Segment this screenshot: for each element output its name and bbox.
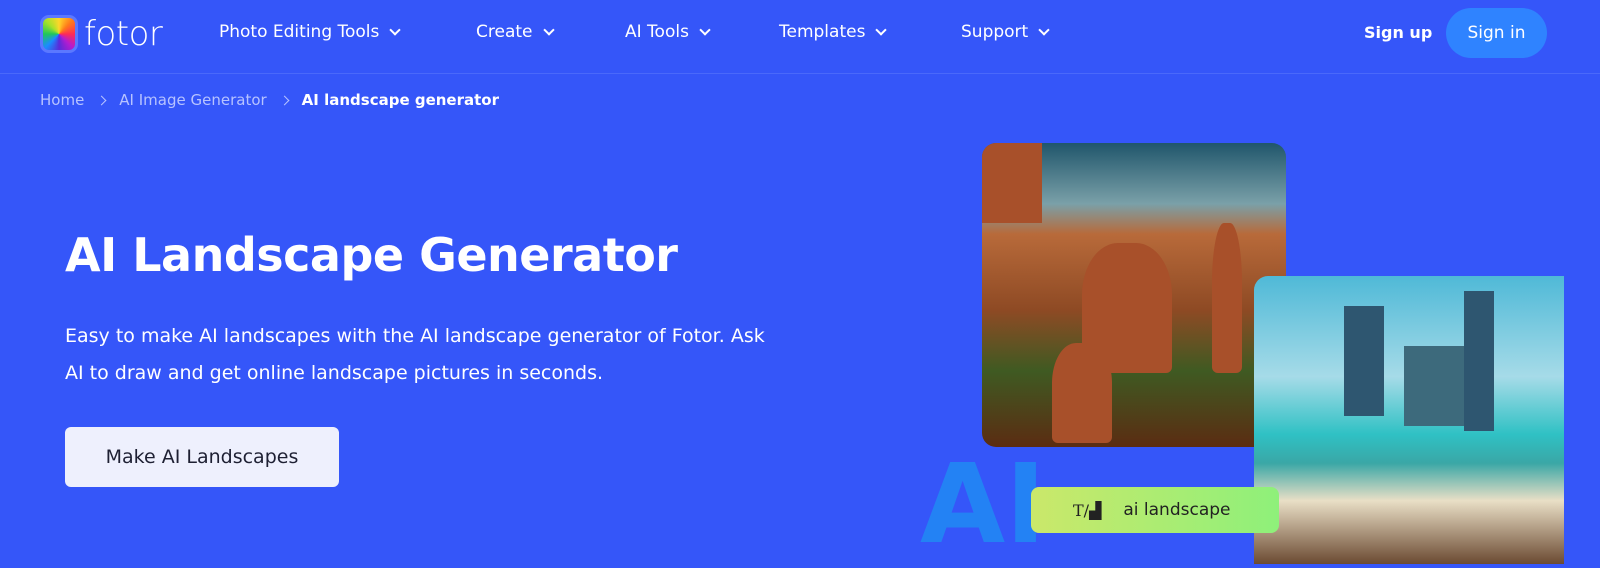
prompt-chip: T/▟ ai landscape	[1031, 487, 1279, 533]
nav-photo-editing-tools[interactable]: Photo Editing Tools	[219, 22, 402, 42]
breadcrumb-home[interactable]: Home	[40, 91, 84, 109]
nav-label: AI Tools	[625, 22, 689, 42]
breadcrumb: Home AI Image Generator AI landscape gen…	[40, 91, 499, 109]
futuristic-beach-image	[1254, 276, 1564, 564]
chevron-down-icon	[1038, 23, 1050, 36]
breadcrumb-current: AI landscape generator	[301, 91, 499, 109]
chevron-right-icon	[279, 95, 290, 105]
nav-ai-tools[interactable]: AI Tools	[625, 22, 711, 42]
hero-description: Easy to make AI landscapes with the AI l…	[65, 325, 765, 384]
chevron-down-icon	[389, 23, 402, 36]
nav-label: Support	[961, 22, 1029, 42]
nav-label: Create	[476, 22, 533, 42]
sign-in-button[interactable]: Sign in	[1446, 8, 1547, 58]
top-nav: fotor Photo Editing Tools Create AI Tool…	[0, 0, 1600, 74]
fotor-logo[interactable]: fotor	[40, 14, 163, 54]
page-title: AI Landscape Generator	[65, 228, 678, 282]
nav-support[interactable]: Support	[961, 22, 1050, 42]
desert-landscape-image	[982, 143, 1286, 447]
sign-up-link[interactable]: Sign up	[1364, 23, 1432, 42]
nav-label: Templates	[779, 22, 866, 42]
breadcrumb-ai-image-generator[interactable]: AI Image Generator	[119, 91, 266, 109]
prompt-text: ai landscape	[1123, 500, 1231, 520]
make-ai-landscapes-button[interactable]: Make AI Landscapes	[65, 427, 339, 487]
text-to-image-icon: T/▟	[1073, 500, 1102, 520]
logo-icon	[40, 15, 78, 53]
logo-text: fotor	[84, 14, 163, 54]
nav-create[interactable]: Create	[476, 22, 555, 42]
ai-watermark: AI	[920, 440, 1047, 568]
chevron-down-icon	[542, 23, 555, 36]
chevron-right-icon	[96, 95, 107, 105]
chevron-down-icon	[875, 23, 888, 36]
chevron-down-icon	[699, 23, 711, 36]
nav-label: Photo Editing Tools	[219, 22, 380, 42]
nav-templates[interactable]: Templates	[779, 22, 888, 42]
